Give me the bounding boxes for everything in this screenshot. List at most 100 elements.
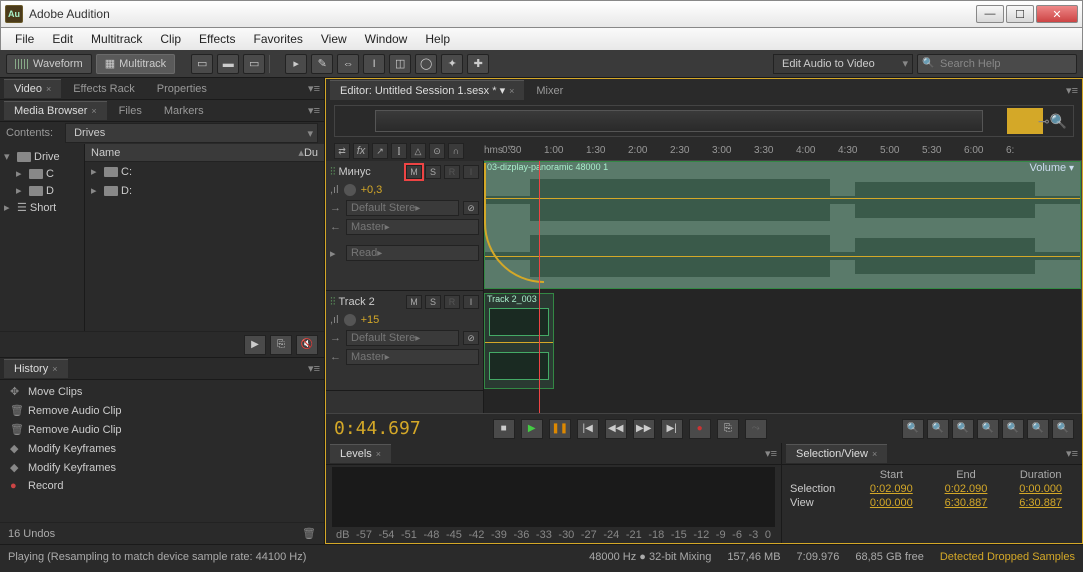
stop-button[interactable]: ■ bbox=[493, 419, 515, 439]
input-route[interactable]: Default Stere ▸ bbox=[346, 330, 459, 346]
output-route[interactable]: Master ▸ bbox=[346, 349, 479, 365]
time-select-tool[interactable]: I bbox=[363, 54, 385, 74]
timeline-content[interactable]: 03-dizplay-panoramic 48000 1 Volume ▾ Tr… bbox=[484, 161, 1082, 413]
gain-knob[interactable] bbox=[343, 183, 357, 197]
panel-menu-icon[interactable]: ▾≡ bbox=[1066, 447, 1078, 460]
arm-record-button[interactable]: R bbox=[444, 295, 460, 309]
minimize-button[interactable]: — bbox=[976, 5, 1004, 23]
automation-mode[interactable]: Read ▸ bbox=[346, 245, 479, 261]
tab-effects-rack[interactable]: Effects Rack bbox=[63, 79, 145, 98]
loop-button[interactable]: ⇄ bbox=[334, 143, 350, 159]
tab-markers[interactable]: Markers bbox=[154, 101, 214, 120]
tree-item-drives[interactable]: ▾Drive bbox=[2, 148, 82, 165]
search-help-input[interactable]: Search Help bbox=[917, 54, 1077, 74]
slip-tool[interactable]: ⇔ bbox=[337, 54, 359, 74]
menu-effects[interactable]: Effects bbox=[191, 30, 243, 48]
audio-clip-1[interactable]: 03-dizplay-panoramic 48000 1 Volume ▾ bbox=[484, 161, 1081, 289]
tab-selection-view[interactable]: Selection/View× bbox=[786, 444, 887, 463]
zoom-fit-button[interactable]: 🔍 bbox=[952, 419, 974, 439]
timeline-ruler[interactable]: hms ▿ 0:301:001:302:002:303:003:304:004:… bbox=[484, 141, 1082, 161]
preview-play-button[interactable]: ▶ bbox=[244, 335, 266, 355]
zoom-sel-button[interactable]: 🔍 bbox=[977, 419, 999, 439]
panel-menu-icon[interactable]: ▾≡ bbox=[308, 104, 320, 117]
razor-tool[interactable]: ✎ bbox=[311, 54, 333, 74]
history-item[interactable]: 🗑Remove Audio Clip bbox=[2, 401, 322, 420]
phase-button[interactable]: ⊘ bbox=[463, 331, 479, 345]
zoom-in-button[interactable]: 🔍 bbox=[902, 419, 924, 439]
track-2-header[interactable]: ⫶⫶ Track 2 M S R I ,ıl+15 →Default Stere… bbox=[326, 291, 483, 391]
automation-line[interactable] bbox=[485, 198, 1080, 199]
tab-levels[interactable]: Levels× bbox=[330, 444, 391, 463]
menu-favorites[interactable]: Favorites bbox=[246, 30, 311, 48]
col-name[interactable]: Name bbox=[91, 147, 298, 159]
time-display[interactable]: 0:44.697 bbox=[334, 418, 421, 439]
tree-item-shortcuts[interactable]: ▸☰Short bbox=[2, 199, 82, 216]
menu-help[interactable]: Help bbox=[417, 30, 458, 48]
fx-button[interactable]: fx bbox=[353, 143, 369, 159]
status-warning[interactable]: Detected Dropped Samples bbox=[940, 551, 1075, 563]
workspace-dropdown[interactable]: Edit Audio to Video bbox=[773, 54, 913, 74]
col-duration[interactable]: Du bbox=[304, 147, 318, 159]
audio-clip-2[interactable]: Track 2_003 bbox=[484, 293, 554, 389]
marquee-tool[interactable]: ◫ bbox=[389, 54, 411, 74]
brush-tool[interactable]: ✦ bbox=[441, 54, 463, 74]
zoom-all-button[interactable]: 🔍 bbox=[1052, 419, 1074, 439]
record-button[interactable]: ● bbox=[689, 419, 711, 439]
automation-line[interactable] bbox=[485, 256, 1080, 257]
gain-value[interactable]: +0,3 bbox=[361, 184, 383, 196]
monitor-button[interactable]: I bbox=[463, 295, 479, 309]
panel-menu-icon[interactable]: ▾≡ bbox=[308, 362, 320, 375]
tool-button-1[interactable]: ▭ bbox=[191, 54, 213, 74]
menu-multitrack[interactable]: Multitrack bbox=[83, 30, 150, 48]
overview-bar[interactable]: ⊸🔍 bbox=[334, 105, 1074, 137]
loop-button[interactable]: ⎘ bbox=[717, 419, 739, 439]
phase-button[interactable]: ⊘ bbox=[463, 201, 479, 215]
gain-value[interactable]: +15 bbox=[361, 314, 380, 326]
maximize-button[interactable]: ☐ bbox=[1006, 5, 1034, 23]
mute-button[interactable]: M bbox=[406, 165, 422, 179]
rewind-button[interactable]: ◀◀ bbox=[605, 419, 627, 439]
close-button[interactable]: ✕ bbox=[1036, 5, 1078, 23]
list-item-d[interactable]: ▸D: bbox=[85, 181, 324, 200]
menu-view[interactable]: View bbox=[313, 30, 355, 48]
metronome-button[interactable]: △ bbox=[410, 143, 426, 159]
view-start[interactable]: 0:00.000 bbox=[858, 497, 925, 509]
history-item[interactable]: ●Record bbox=[2, 477, 322, 495]
history-item[interactable]: 🗑Remove Audio Clip bbox=[2, 420, 322, 439]
selection-end[interactable]: 0:02.090 bbox=[933, 483, 1000, 495]
selection-start[interactable]: 0:02.090 bbox=[858, 483, 925, 495]
solo-button[interactable]: S bbox=[425, 165, 441, 179]
tool-button-3[interactable]: ▭ bbox=[243, 54, 265, 74]
track-2-name[interactable]: Track 2 bbox=[339, 296, 404, 308]
menu-edit[interactable]: Edit bbox=[44, 30, 81, 48]
autoplay-button[interactable]: ⎘ bbox=[270, 335, 292, 355]
zoom-in-v-button[interactable]: 🔍 bbox=[1002, 419, 1024, 439]
gain-knob[interactable] bbox=[343, 313, 357, 327]
lasso-tool[interactable]: ◯ bbox=[415, 54, 437, 74]
waveform-button[interactable]: Waveform bbox=[6, 54, 92, 74]
panel-menu-icon[interactable]: ▾≡ bbox=[1066, 84, 1078, 97]
tab-media-browser[interactable]: Media Browser× bbox=[4, 101, 107, 120]
tab-properties[interactable]: Properties bbox=[147, 79, 217, 98]
monitor-button[interactable]: I bbox=[463, 165, 479, 179]
eq-button[interactable]: ⫿ bbox=[391, 143, 407, 159]
panel-menu-icon[interactable]: ▾≡ bbox=[308, 82, 320, 95]
tab-history[interactable]: History× bbox=[4, 359, 68, 378]
tool-button-2[interactable]: ▬ bbox=[217, 54, 239, 74]
input-route[interactable]: Default Stere ▸ bbox=[346, 200, 459, 216]
tree-item-d[interactable]: ▸D bbox=[2, 182, 82, 199]
zoom-out-v-button[interactable]: 🔍 bbox=[1027, 419, 1049, 439]
tab-mixer[interactable]: Mixer bbox=[526, 81, 573, 100]
selection-duration[interactable]: 0:00.000 bbox=[1007, 483, 1074, 495]
forward-button[interactable]: ▶▶ bbox=[633, 419, 655, 439]
pause-button[interactable]: ❚❚ bbox=[549, 419, 571, 439]
play-button[interactable]: ▶ bbox=[521, 419, 543, 439]
track-1-header[interactable]: ⫶⫶ Минус M S R I ,ıl+0,3 →Default Stere … bbox=[326, 161, 483, 291]
send-button[interactable]: ↗ bbox=[372, 143, 388, 159]
menu-clip[interactable]: Clip bbox=[152, 30, 189, 48]
next-button[interactable]: ▶| bbox=[661, 419, 683, 439]
mute-button[interactable]: M bbox=[406, 295, 422, 309]
heal-tool[interactable]: ✚ bbox=[467, 54, 489, 74]
history-item[interactable]: ◆Modify Keyframes bbox=[2, 458, 322, 477]
zoom-out-button[interactable]: 🔍 bbox=[927, 419, 949, 439]
